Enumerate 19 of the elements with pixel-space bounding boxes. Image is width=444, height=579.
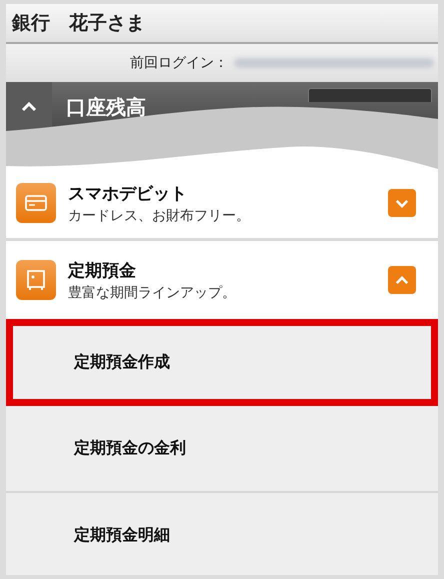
product-description: カードレス、お財布フリー。 bbox=[68, 206, 251, 224]
collapse-toggle[interactable] bbox=[6, 82, 52, 132]
safe-icon bbox=[16, 260, 56, 300]
statement-button[interactable] bbox=[308, 88, 432, 102]
user-title: 銀行 花子さま bbox=[12, 11, 145, 36]
product-name: スマホデビット bbox=[68, 182, 188, 204]
chevron-icon bbox=[21, 102, 37, 112]
submenu-item[interactable]: 定期預金作成 bbox=[6, 319, 438, 406]
chevron-icon bbox=[395, 276, 409, 284]
card-icon bbox=[16, 183, 56, 223]
expand-toggle[interactable] bbox=[388, 266, 416, 294]
section-title: 口座残高 bbox=[66, 94, 147, 120]
chevron-icon bbox=[395, 198, 409, 208]
submenu-item[interactable]: 定期預金の金利 bbox=[6, 406, 438, 493]
product-description: 豊富な期間ラインアップ。 bbox=[68, 284, 237, 302]
last-login-label: 前回ログイン： bbox=[130, 54, 228, 72]
expand-toggle[interactable] bbox=[388, 189, 416, 217]
product-name: 定期預金 bbox=[68, 260, 137, 282]
submenu-item[interactable]: 定期預金明細 bbox=[6, 493, 438, 575]
